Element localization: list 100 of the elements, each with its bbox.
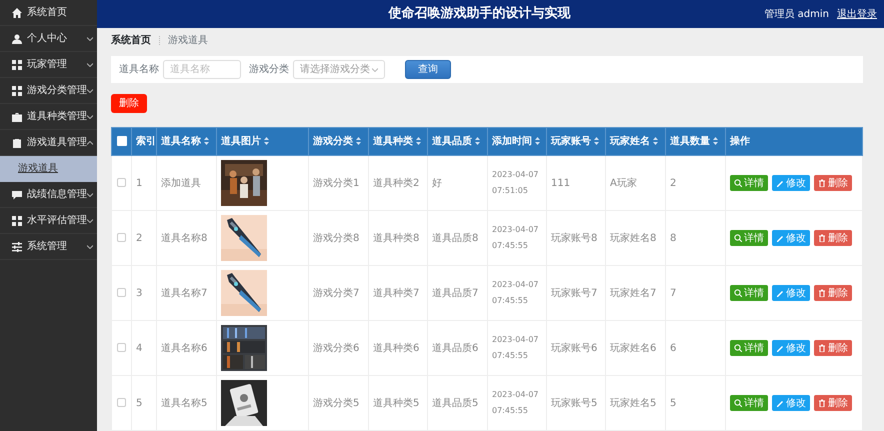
sidebar-item[interactable]: 水平评估管理 [0,208,97,234]
row-checkbox[interactable] [117,343,126,352]
table-cell: 5 [136,398,142,408]
grid-icon [12,216,22,226]
table-cell: 道具种类2 [373,178,420,188]
table-cell: 2 [670,178,676,188]
table-cell: 道具种类5 [373,398,420,408]
table-cell: 道具名称8 [161,232,208,244]
table-cell: 玩家姓名6 [610,342,656,354]
table-cell: 2023-04-07 07:51:05 [492,170,538,195]
table-cell: 玩家账号5 [551,398,598,408]
table-cell: A玩家 [610,178,637,188]
sidebar-item[interactable]: 系统管理 [0,234,97,260]
column-header: 索引 [136,136,156,147]
table-cell: 道具种类6 [373,342,420,354]
table-cell: 玩家姓名7 [610,288,656,298]
chevron-down-icon [87,218,93,222]
edit-button[interactable]: 修改 [772,175,810,191]
edit-button[interactable]: 修改 [772,230,810,246]
sidebar-item[interactable]: 玩家管理 [0,52,97,78]
grid-icon [12,60,22,70]
clipboard-icon [12,138,22,148]
query-button[interactable]: 查询 [405,60,451,79]
table-cell: 玩家账号8 [551,232,598,244]
column-header[interactable]: 道具图片 [221,136,261,147]
sidebar-item[interactable]: 战绩信息管理 [0,182,97,208]
row-checkbox[interactable] [117,178,126,188]
delete-row-button[interactable]: 删除 [814,175,852,191]
app-title: 使命召唤游戏助手的设计与实现 [387,4,572,24]
select-field[interactable]: 请选择游戏分类 [293,60,385,79]
pencil-icon [776,399,784,407]
row-checkbox[interactable] [117,398,126,408]
briefcase-icon [12,112,22,122]
edit-button[interactable]: 修改 [772,285,810,301]
trash-icon [818,344,826,352]
sidebar-subitem[interactable]: 游戏道具 [0,156,97,182]
input-field[interactable]: 道具名称 [163,60,241,79]
delete-button[interactable]: 删除 [111,94,147,113]
sidebar-item[interactable]: 游戏分类管理 [0,78,97,104]
pencil-icon [776,179,784,187]
table-cell: 道具品质8 [432,232,478,244]
home-icon [12,8,22,18]
field-label: 道具名称 [119,63,159,77]
table-cell: 游戏分类1 [313,178,360,188]
delete-row-button[interactable]: 删除 [814,230,852,246]
detail-button[interactable]: 详情 [730,340,768,356]
sidebar-item[interactable]: 道具种类管理 [0,104,97,130]
delete-row-button[interactable]: 删除 [814,340,852,356]
detail-button[interactable]: 详情 [730,395,768,411]
chevron-down-icon [87,88,93,92]
search-icon [734,289,742,297]
edit-button[interactable]: 修改 [772,340,810,356]
user-icon [12,34,22,44]
select-all-checkbox[interactable] [116,136,126,146]
pencil-icon [776,289,784,297]
table-cell: 游戏分类8 [313,232,360,244]
table-cell: 5 [670,398,676,408]
logout-link[interactable]: 退出登录 [837,6,877,22]
caret-icon [372,68,378,72]
table-cell: 111 [551,178,570,188]
delete-row-button[interactable]: 删除 [814,285,852,301]
table-cell: 7 [670,288,676,298]
table-cell: 2 [136,232,142,244]
delete-row-button[interactable]: 删除 [814,395,852,411]
chevron-up-icon [87,140,93,144]
table-cell: 2023-04-07 07:45:55 [492,335,538,360]
grid-icon [12,86,22,96]
detail-button[interactable]: 详情 [730,230,768,246]
chevron-down-icon [87,36,93,40]
table-cell: 道具品质7 [432,288,478,298]
table-cell: 2023-04-07 07:45:55 [492,225,538,250]
detail-button[interactable]: 详情 [730,285,768,301]
search-icon [734,179,742,187]
table-cell: 道具名称6 [161,342,208,354]
table-cell: 2023-04-07 07:45:55 [492,390,538,415]
edit-button[interactable]: 修改 [772,395,810,411]
table-cell: 游戏分类6 [313,342,360,354]
row-checkbox[interactable] [117,288,126,298]
breadcrumb-link[interactable]: 系统首页 [111,32,151,48]
field-label: 游戏分类 [249,62,289,77]
table-cell: 道具名称7 [161,288,208,298]
trash-icon [818,289,826,297]
table-cell: 游戏分类5 [313,398,360,408]
row-checkbox[interactable] [117,233,126,242]
pencil-icon [776,234,784,242]
sidebar-item[interactable]: 个人中心 [0,26,97,52]
table-cell: 1 [136,178,142,188]
detail-button[interactable]: 详情 [730,175,768,191]
pencil-icon [776,344,784,352]
table-cell: 4 [136,342,142,354]
table-cell: 添加道具 [161,178,201,188]
trash-icon [818,399,826,407]
table-cell: 玩家姓名5 [610,398,656,408]
chevron-down-icon [87,192,93,196]
search-icon [734,234,742,242]
table-cell: 玩家账号6 [551,342,598,354]
table-cell: 玩家姓名8 [610,232,656,244]
comment-icon [12,190,22,200]
user-label: 管理员 admin [764,8,829,22]
chevron-down-icon [87,114,93,118]
